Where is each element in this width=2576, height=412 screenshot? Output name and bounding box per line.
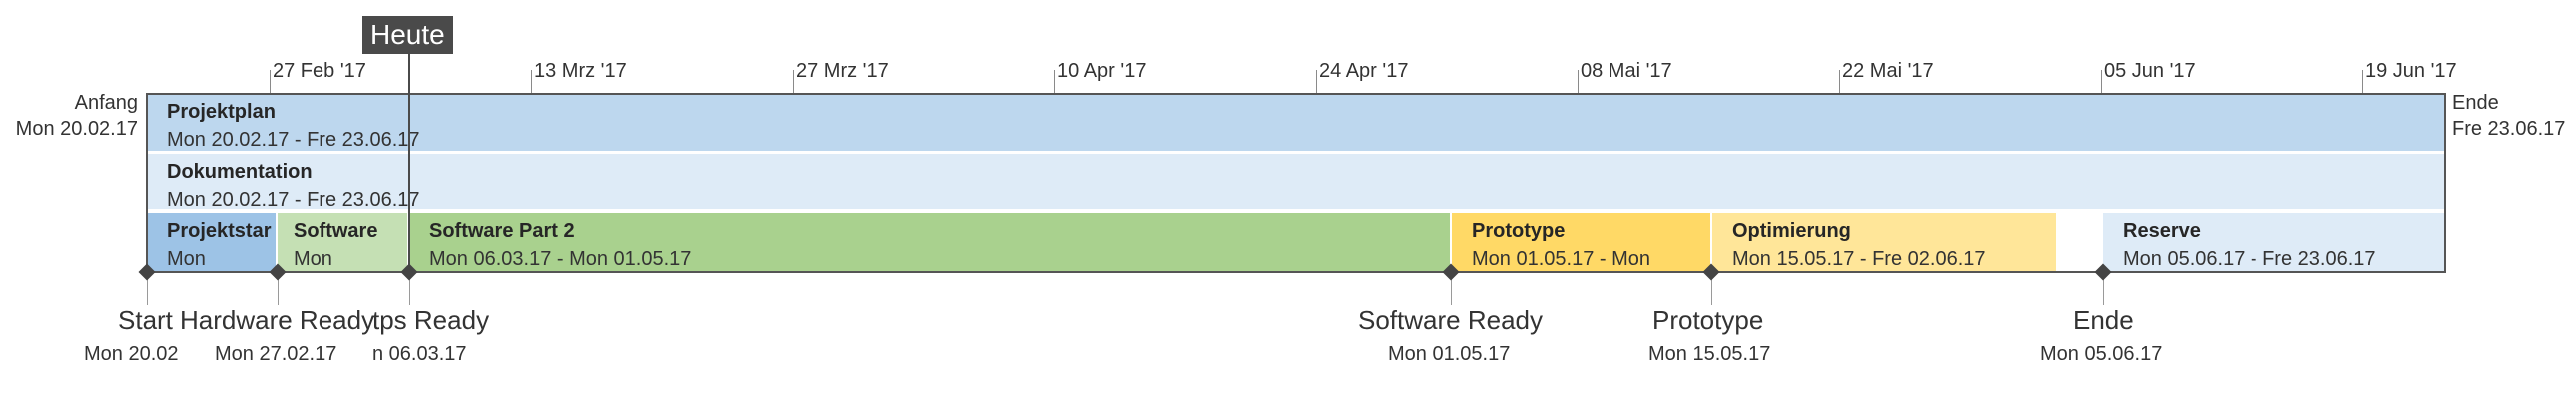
task-bar-software[interactable]: Software Mon: [278, 213, 407, 271]
today-marker-line: [408, 54, 410, 273]
task-title: Projektplan: [167, 101, 276, 123]
tick-mark: [531, 70, 532, 94]
timeline-end-date: Fre 23.06.17: [2452, 118, 2566, 140]
tick-label: 19 Jun '17: [2365, 60, 2457, 82]
milestone-name: Prototype: [1652, 305, 1764, 335]
milestone-connector: [2103, 279, 2104, 305]
summary-bar-projektplan[interactable]: Projektplan Mon 20.02.17 - Fre 23.06.17: [147, 94, 2445, 153]
task-dates: Mon 06.03.17 - Mon 01.05.17: [429, 248, 692, 270]
tick-label: 27 Feb '17: [273, 60, 366, 82]
tick-mark: [270, 70, 271, 94]
task-title: Projektstar: [167, 220, 272, 242]
tick-label: 13 Mrz '17: [534, 60, 627, 82]
tick-mark: [2362, 70, 2363, 94]
task-bar-software-part-2[interactable]: Software Part 2 Mon 06.03.17 - Mon 01.05…: [409, 213, 1450, 271]
tick-label: 10 Apr '17: [1057, 60, 1147, 82]
task-dates: Mon 20.02.17 - Fre 23.06.17: [167, 189, 420, 210]
task-dates: Mon 05.06.17 - Fre 23.06.17: [2123, 248, 2376, 270]
task-dates: Mon 20.02.17 - Fre 23.06.17: [167, 129, 420, 151]
task-dates: Mon: [294, 248, 332, 270]
task-dates: Mon 15.05.17 - Fre 02.06.17: [1732, 248, 1986, 270]
timeline-start-date: Mon 20.02.17: [15, 118, 138, 140]
milestone-connector: [1711, 279, 1712, 305]
task-title: Software Part 2: [429, 220, 575, 242]
task-dates: Mon 01.05.17 - Mon: [1472, 248, 1650, 270]
tick-mark: [1316, 70, 1317, 94]
tick-label: 08 Mai '17: [1581, 60, 1672, 82]
task-bar-optimierung[interactable]: Optimierung Mon 15.05.17 - Fre 02.06.17: [1712, 213, 2056, 271]
task-title: Reserve: [2123, 220, 2201, 242]
milestone-connector: [409, 279, 410, 305]
tick-mark: [1054, 70, 1055, 94]
milestone-connector: [147, 279, 148, 305]
summary-bar-dokumentation[interactable]: Dokumentation Mon 20.02.17 - Fre 23.06.1…: [147, 154, 2445, 211]
tick-label: 22 Mai '17: [1842, 60, 1934, 82]
task-bar-reserve[interactable]: Reserve Mon 05.06.17 - Fre 23.06.17: [2103, 213, 2445, 271]
milestone-name: tps Ready: [372, 305, 490, 335]
milestone-connector: [1451, 279, 1452, 305]
tick-mark: [793, 70, 794, 94]
milestone-date: Mon 15.05.17: [1648, 343, 1771, 365]
milestone-name: Hardware Ready: [180, 305, 375, 335]
task-title: Dokumentation: [167, 161, 313, 183]
tick-mark: [1578, 70, 1579, 94]
task-bar-prototype[interactable]: Prototype Mon 01.05.17 - Mon: [1452, 213, 1710, 271]
milestone-date: Mon 01.05.17: [1388, 343, 1511, 365]
task-title: Optimierung: [1732, 220, 1851, 242]
today-marker-label[interactable]: Heute: [362, 16, 453, 54]
task-dates: Mon: [167, 248, 206, 270]
milestone-date: Mon 05.06.17: [2040, 343, 2163, 365]
tick-label: 24 Apr '17: [1319, 60, 1409, 82]
timeline-end-label: Ende: [2452, 92, 2499, 114]
milestone-name: Ende: [2073, 305, 2134, 335]
timeline-start-label: Anfang: [74, 92, 138, 114]
task-bar-projektstart[interactable]: Projektstar Mon: [147, 213, 276, 271]
tick-mark: [1839, 70, 1840, 94]
milestone-connector: [278, 279, 279, 305]
tick-mark: [2101, 70, 2102, 94]
milestone-date: Mon 20.02: [84, 343, 179, 365]
tick-label: 27 Mrz '17: [796, 60, 889, 82]
tick-label: 05 Jun '17: [2104, 60, 2196, 82]
task-title: Software: [294, 220, 378, 242]
task-title: Prototype: [1472, 220, 1566, 242]
milestone-name: Software Ready: [1358, 305, 1543, 335]
milestone-name: Start: [118, 305, 173, 335]
milestone-date: Mon 27.02.17: [215, 343, 337, 365]
milestone-date: n 06.03.17: [372, 343, 467, 365]
